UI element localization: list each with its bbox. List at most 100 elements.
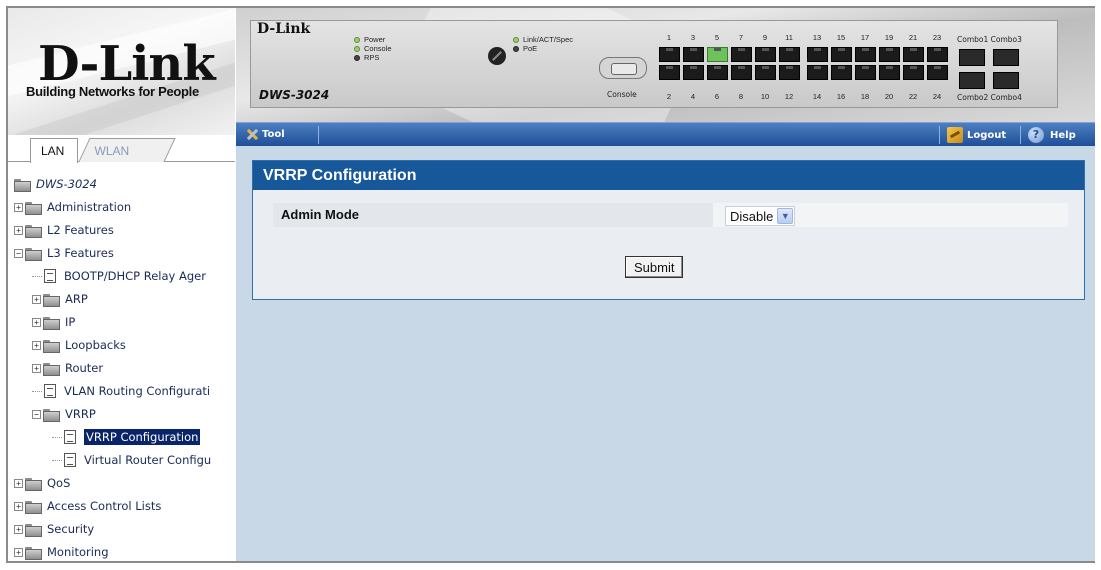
expand-icon[interactable]: +: [32, 317, 41, 327]
expand-icon[interactable]: +: [32, 294, 41, 304]
ethernet-port-icon: [807, 65, 828, 80]
led-label-poe: PoE: [523, 44, 538, 53]
tree-item-label: VRRP: [65, 407, 96, 421]
tree-item[interactable]: BOOTP/DHCP Relay Ager: [32, 266, 206, 286]
ethernet-port-icon: [879, 47, 900, 62]
ethernet-port-icon: [755, 65, 776, 80]
ethernet-port-icon: [927, 65, 948, 80]
submit-button[interactable]: Submit: [625, 256, 684, 278]
tree-connector: [52, 459, 62, 461]
tool-button[interactable]: Tool: [244, 127, 285, 141]
folder-icon: [25, 201, 42, 215]
expand-icon[interactable]: +: [32, 340, 41, 350]
expand-icon[interactable]: +: [32, 363, 41, 373]
vrrp-config-panel: VRRP Configuration Admin Mode Disable ▼ …: [252, 160, 1085, 300]
tree-item[interactable]: Virtual Router Configu: [52, 450, 211, 470]
tree-item-label: Administration: [47, 200, 132, 214]
port-number: 17: [860, 33, 870, 42]
port-number: 5: [714, 33, 720, 42]
tree-item[interactable]: + L2 Features: [14, 220, 114, 240]
tree-item-label: IP: [65, 315, 76, 329]
collapse-icon[interactable]: −: [32, 409, 41, 419]
ethernet-port-icon: [659, 65, 680, 80]
tree-item[interactable]: VLAN Routing Configurati: [32, 381, 210, 401]
expand-icon[interactable]: +: [14, 202, 23, 212]
folder-icon: [43, 293, 60, 307]
folder-open-icon: [25, 247, 42, 261]
tab-wlan[interactable]: WLAN: [78, 138, 176, 162]
folder-open-icon: [14, 178, 31, 192]
help-button[interactable]: ? Help: [1028, 127, 1076, 143]
page-title: VRRP Configuration: [253, 161, 1084, 190]
help-icon: ?: [1028, 127, 1044, 143]
tree-item[interactable]: VRRP Configuration: [52, 427, 201, 447]
expand-icon[interactable]: +: [14, 501, 23, 511]
expand-icon[interactable]: +: [14, 524, 23, 534]
folder-icon: [43, 316, 60, 330]
tree-item[interactable]: + ARP: [32, 289, 88, 309]
chevron-down-icon[interactable]: ▼: [777, 208, 794, 224]
brand-tagline: Building Networks for People: [26, 84, 199, 99]
power-led-icon: [354, 36, 360, 43]
port-block-1-12: [659, 47, 800, 80]
tree-item[interactable]: + Administration: [14, 197, 131, 217]
collapse-icon[interactable]: −: [14, 248, 23, 258]
port-number: 14: [812, 92, 822, 101]
ethernet-port-icon: [879, 65, 900, 80]
tree-root[interactable]: DWS-3024: [14, 174, 97, 194]
ethernet-port-icon: [755, 47, 776, 62]
logout-label: Logout: [967, 129, 1007, 141]
tree-item[interactable]: + Security: [14, 519, 94, 539]
sfp-port-icon: [993, 49, 1019, 66]
tree-item[interactable]: + Access Control Lists: [14, 496, 161, 516]
tab-wlan-label: WLAN: [94, 144, 130, 158]
key-icon: [947, 127, 963, 143]
folder-icon: [43, 339, 60, 353]
tree-connector: [32, 390, 42, 392]
admin-mode-label: Admin Mode: [273, 203, 713, 227]
port-number: 1: [666, 33, 672, 42]
tree-item-label: Virtual Router Configu: [84, 453, 212, 467]
tree-item[interactable]: + IP: [32, 312, 75, 332]
tree-item[interactable]: − VRRP: [32, 404, 96, 424]
tree-item[interactable]: + Monitoring: [14, 542, 109, 562]
tree-item-label: Router: [65, 361, 104, 375]
logo-area: D-Link Building Networks for People: [8, 8, 235, 135]
expand-icon[interactable]: +: [14, 225, 23, 235]
ethernet-port-icon: [707, 65, 728, 80]
port-number: 6: [714, 92, 720, 101]
device-banner: D-Link DWS-3024 Power Console RPS Link/A…: [236, 8, 1095, 122]
mode-knob-icon: [488, 47, 506, 65]
page-icon: [64, 430, 76, 444]
tree-item[interactable]: + Loopbacks: [32, 335, 126, 355]
port-number: 18: [860, 92, 870, 101]
tree-item-label: BOOTP/DHCP Relay Ager: [64, 269, 206, 283]
console-label: Console: [607, 90, 637, 99]
logout-button[interactable]: Logout: [947, 127, 1006, 143]
ethernet-port-icon: [683, 65, 704, 80]
tree-item[interactable]: + QoS: [14, 473, 70, 493]
tree-item[interactable]: + Router: [32, 358, 103, 378]
port-number: 9: [762, 33, 768, 42]
folder-icon: [25, 546, 42, 560]
port-number: 15: [836, 33, 846, 42]
device-logo: D-Link: [257, 21, 311, 37]
port-number: 13: [812, 33, 822, 42]
port-number: 19: [884, 33, 894, 42]
tree-item[interactable]: − L3 Features: [14, 243, 114, 263]
port-number: 12: [784, 92, 794, 101]
folder-icon: [25, 523, 42, 537]
folder-icon: [43, 362, 60, 376]
led-label-console: Console: [364, 44, 392, 53]
port-number: 7: [738, 33, 744, 42]
tree-root-label: DWS-3024: [36, 177, 97, 191]
tools-icon: [244, 127, 258, 141]
tab-lan[interactable]: LAN: [30, 138, 78, 163]
admin-mode-select[interactable]: Disable ▼: [725, 206, 796, 226]
ethernet-port-icon: [855, 47, 876, 62]
expand-icon[interactable]: +: [14, 478, 23, 488]
sfp-port-icon: [959, 49, 985, 66]
expand-icon[interactable]: +: [14, 547, 23, 557]
ethernet-port-icon: [707, 47, 728, 62]
ethernet-port-icon: [807, 47, 828, 62]
